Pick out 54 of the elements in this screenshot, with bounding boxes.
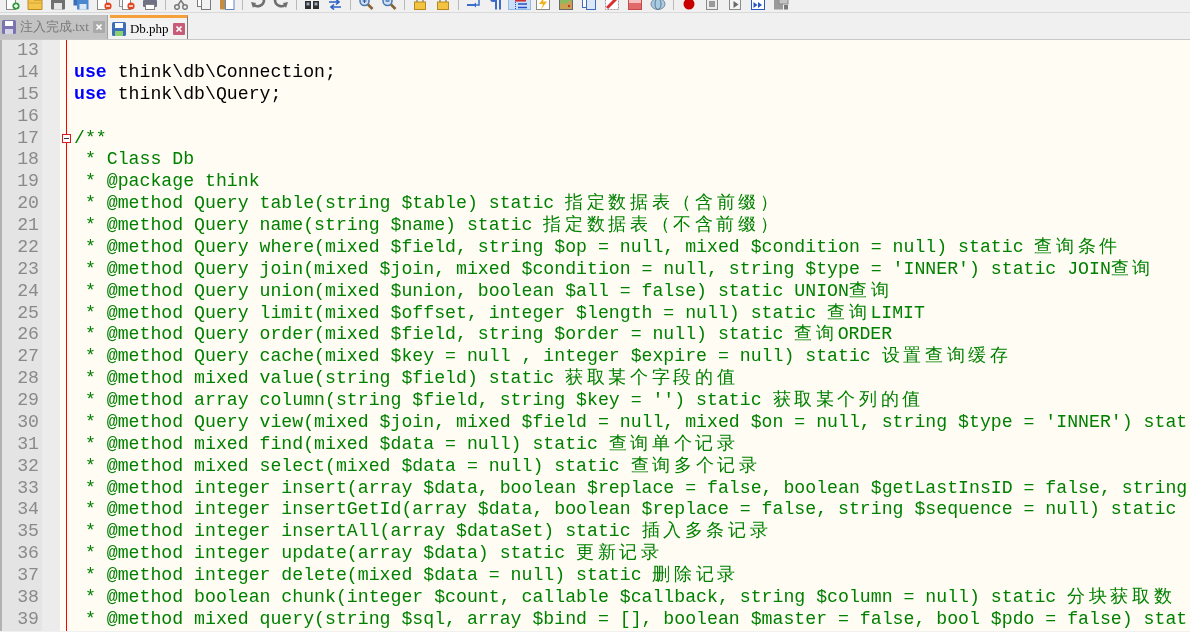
line-number: 13 xyxy=(17,40,39,60)
code-line: * @method Query view(mixed $join, mixed $field = null, mixed $on = null, string $type = 'INNER') stat xyxy=(83,411,1188,432)
line-number: 28 xyxy=(17,368,39,389)
line-number: 17 xyxy=(17,127,39,148)
code-line: * @method Query table(string $table) static 指定数据表（含前缀） xyxy=(83,193,782,214)
line-number: 31 xyxy=(17,433,39,454)
code-line: use think\db\Connection; xyxy=(74,61,336,82)
line-number: 20 xyxy=(17,193,39,214)
code-line: * @method integer delete(mixed $data = null) static 删除记录 xyxy=(83,565,740,585)
code-line: * @package think xyxy=(83,171,260,192)
line-number: 35 xyxy=(17,521,39,542)
code-line: * @method Query name(string $name) static 指定数据表（不含前缀） xyxy=(83,215,782,235)
line-number: 14 xyxy=(17,61,39,82)
line-number: 39 xyxy=(17,608,39,629)
line-number: 15 xyxy=(17,83,39,104)
line-number: 25 xyxy=(17,302,39,323)
code-line: * @method mixed query(string $sql, array $bind = [], boolean $master = false, bool $pdo = false) stat xyxy=(83,608,1188,629)
line-number: 38 xyxy=(17,586,39,607)
line-number: 27 xyxy=(17,346,39,367)
code-line: * @method Query union(mixed $union, boolean $all = false) static UNION查询 xyxy=(83,280,893,301)
code-line: * @method Query where(mixed $field, string $op = null, mixed $condition = null) static 查询条件 xyxy=(83,236,1122,257)
line-number: 21 xyxy=(17,215,39,235)
tab[interactable]: Db.php xyxy=(110,15,188,39)
code-line: /** xyxy=(74,127,107,148)
code-line: * @method mixed value(string $field) static 获取某个字段的值 xyxy=(83,368,739,389)
code-line: * @method array column(string $field, string $key = '') static 获取某个列的值 xyxy=(83,390,924,410)
close-icon[interactable] xyxy=(172,22,185,35)
minus-box-icon[interactable] xyxy=(62,133,71,143)
code-line: * @method mixed find(mixed $data = null) static 查询单个记录 xyxy=(83,433,739,454)
line-number: 23 xyxy=(17,258,39,279)
line-number: 22 xyxy=(17,236,39,257)
code-line: * @method integer insertGetId(array $data, boolean $replace = false, string $sequence = null) static xyxy=(83,499,1177,520)
line-number: 36 xyxy=(17,543,39,564)
code-line: * @method integer update(array $data) static 更新记录 xyxy=(83,543,663,564)
line-number: 34 xyxy=(17,499,39,520)
line-number: 18 xyxy=(17,149,39,170)
line-number: 16 xyxy=(17,105,39,126)
line-number: 30 xyxy=(17,411,39,432)
code-line: * Class Db xyxy=(83,149,195,170)
code-line: use think\db\Query; xyxy=(74,83,282,104)
line-number: 32 xyxy=(17,455,39,476)
code-line: * @method integer insert(array $data, boolean $replace = false, boolean $getLastInsID = false, string xyxy=(83,477,1188,498)
line-number: 33 xyxy=(17,477,39,498)
code-line: * @method Query join(mixed $join, mixed $condition = null, string $type = 'INNER') static JOIN查询 xyxy=(83,258,1155,279)
line-number: 26 xyxy=(17,324,39,345)
line-number: 29 xyxy=(17,390,39,410)
code-line: * @method boolean chunk(integer $count, callable $callback, string $column = null) static 分块获取数 xyxy=(83,586,1176,607)
line-number: 19 xyxy=(17,171,39,192)
code-line: * @method Query cache(mixed $key = null , integer $expire = null) static 设置查询缓存 xyxy=(83,346,1012,367)
code-line: * @method mixed select(mixed $data = null) static 查询多个记录 xyxy=(83,455,761,476)
line-number: 24 xyxy=(17,280,39,301)
line-number: 37 xyxy=(17,565,39,585)
code-line: * @method integer insertAll(array $dataSet) static 插入多条记录 xyxy=(83,521,772,542)
close-icon[interactable] xyxy=(93,21,105,33)
